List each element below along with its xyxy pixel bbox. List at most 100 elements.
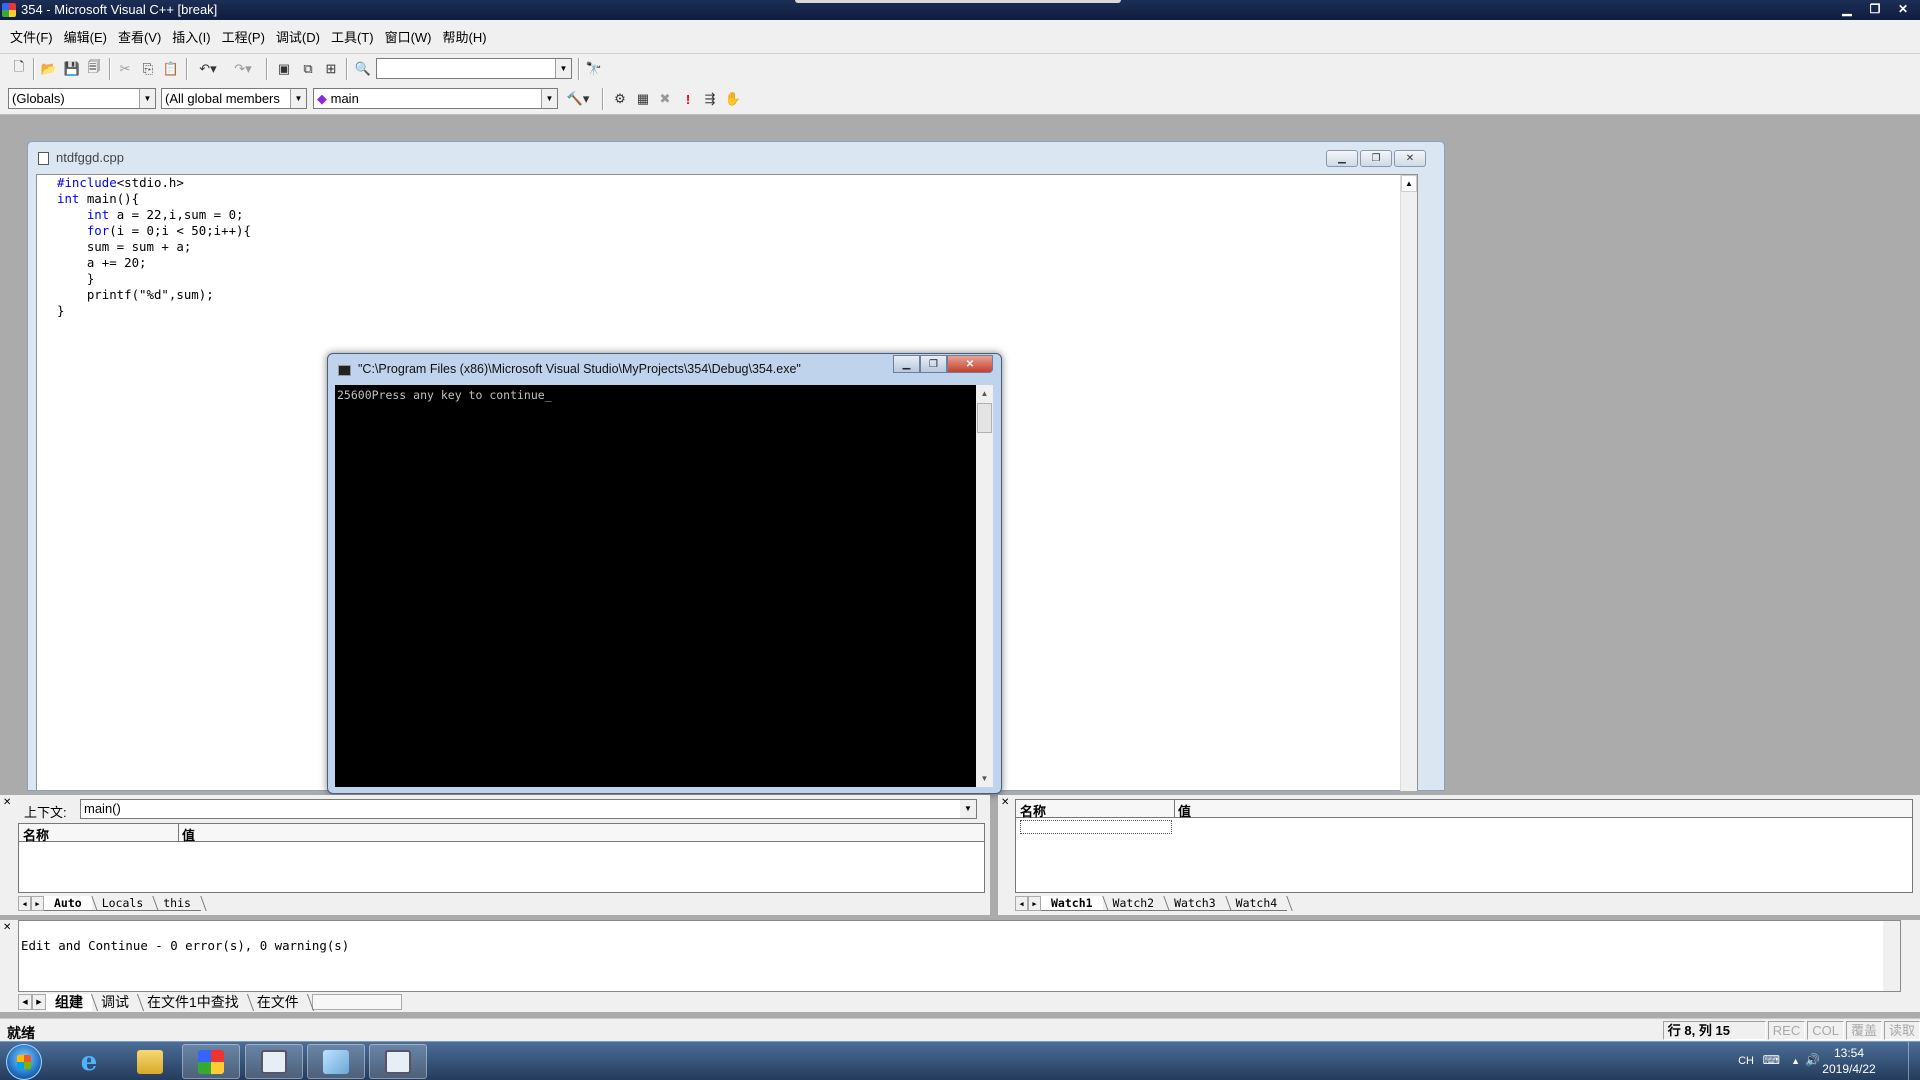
chevron-down-icon[interactable]: ▼ (960, 800, 976, 818)
undo-icon[interactable]: ↶▾ (193, 60, 223, 78)
scope-combo[interactable]: (Globals) ▼ (8, 88, 156, 109)
tab-locals[interactable]: Locals (91, 896, 154, 911)
members-combo[interactable]: (All global members ▼ (161, 88, 307, 109)
scroll-down-icon[interactable]: ▼ (976, 770, 993, 787)
execute-icon[interactable]: ! (679, 90, 697, 108)
code-line[interactable]: sum = sum + a; (57, 239, 251, 255)
find-combo[interactable]: ▼ (376, 58, 572, 79)
tab-scroll-left-icon[interactable]: ◀ (18, 994, 32, 1010)
tab-find-in-files-1[interactable]: 在文件1中查找 (138, 994, 248, 1011)
paste-icon[interactable]: 📋 (162, 60, 180, 78)
keyboard-icon[interactable]: ⌨ (1763, 1053, 1780, 1067)
console-window[interactable]: "C:\Program Files (x86)\Microsoft Visual… (327, 353, 1002, 794)
menu-file[interactable]: 文件(F) (10, 27, 53, 46)
menu-tools[interactable]: 工具(T) (331, 27, 374, 46)
pane-close-icon[interactable]: ✕ (3, 797, 11, 808)
console-minimize-button[interactable]: ▁ (893, 355, 920, 373)
copy-icon[interactable]: ⎘ (139, 60, 157, 78)
editor-vertical-scrollbar[interactable]: ▲ (1400, 175, 1417, 791)
output-window-icon[interactable]: ⧉ (299, 60, 317, 78)
save-all-icon[interactable]: 🗐 (85, 59, 103, 78)
console-maximize-button[interactable]: ❐ (920, 355, 947, 373)
menu-help[interactable]: 帮助(H) (443, 27, 487, 46)
search-binoculars-icon[interactable]: 🔭 (585, 60, 603, 78)
breakpoint-hand-icon[interactable]: ✋ (724, 90, 742, 108)
source-code[interactable]: #include<stdio.h> int main(){ int a = 22,… (57, 175, 251, 319)
open-folder-icon[interactable]: 📂 (40, 60, 58, 78)
pane-close-icon[interactable]: ✕ (3, 922, 11, 933)
tab-scroll-left-icon[interactable]: ◀ (18, 896, 31, 911)
tab-this[interactable]: this (153, 896, 201, 911)
tab-watch3[interactable]: Watch3 (1164, 896, 1226, 911)
cut-icon[interactable]: ✂ (116, 60, 134, 78)
tab-find-in-files-2[interactable]: 在文件 (248, 994, 308, 1011)
column-header-value[interactable]: 值 (182, 825, 195, 844)
clock[interactable]: 13:54 2019/4/22 (1814, 1045, 1884, 1077)
column-header-name[interactable]: 名称 (23, 825, 49, 844)
menu-view[interactable]: 查看(V) (118, 27, 161, 46)
save-icon[interactable]: 💾 (63, 60, 81, 78)
output-vertical-scrollbar[interactable] (1883, 921, 1900, 991)
show-desktop-button[interactable] (1908, 1042, 1920, 1080)
editor-restore-button[interactable]: ❐ (1360, 150, 1392, 167)
console-close-button[interactable]: ✕ (947, 355, 993, 373)
code-line[interactable]: } (57, 303, 251, 319)
column-splitter[interactable] (1174, 800, 1175, 818)
taskbar-explorer-button[interactable] (121, 1044, 179, 1079)
taskbar-ie-button[interactable]: e (60, 1044, 118, 1079)
close-button[interactable]: ✕ (1890, 1, 1916, 17)
taskbar-window-button[interactable] (245, 1044, 303, 1079)
start-button[interactable] (6, 1044, 42, 1080)
menu-window[interactable]: 窗口(W) (385, 27, 432, 46)
minimize-button[interactable]: ▁ (1834, 1, 1860, 17)
scroll-thumb[interactable] (977, 403, 992, 433)
scroll-up-icon[interactable]: ▲ (1401, 175, 1417, 192)
column-splitter[interactable] (178, 824, 179, 842)
context-combo[interactable]: main() ▼ (80, 799, 977, 819)
window-list-icon[interactable]: ⊞ (322, 60, 340, 78)
tray-expand-icon[interactable]: ▲ (1791, 1056, 1800, 1066)
code-line[interactable]: for(i = 0;i < 50;i++){ (57, 223, 251, 239)
code-line[interactable]: int main(){ (57, 191, 251, 207)
find-in-files-icon[interactable]: 🔍 (354, 60, 372, 78)
stop-build-icon[interactable]: ✖ (656, 90, 674, 108)
tab-build[interactable]: 组建 (46, 993, 92, 1011)
tab-watch4[interactable]: Watch4 (1225, 896, 1288, 911)
editor-minimize-button[interactable]: ▁ (1326, 150, 1358, 167)
build-icon[interactable]: ▦ (634, 90, 652, 108)
input-language[interactable]: CH (1738, 1055, 1754, 1067)
menu-project[interactable]: 工程(P) (222, 27, 265, 46)
tab-auto[interactable]: Auto (44, 896, 92, 911)
compile-icon[interactable]: ⚙ (611, 90, 629, 108)
redo-icon[interactable]: ↷▾ (228, 60, 258, 78)
console-screen[interactable]: 25600Press any key to continue_ (335, 385, 976, 787)
watch-grid[interactable]: 名称 值 (1015, 799, 1913, 893)
go-icon[interactable]: ⇶ (701, 90, 719, 108)
chevron-down-icon[interactable]: ▼ (555, 59, 571, 78)
taskbar-notepad-button[interactable] (307, 1044, 365, 1079)
menu-insert[interactable]: 插入(I) (172, 27, 210, 46)
taskbar-console-button[interactable] (369, 1044, 427, 1079)
column-header-name[interactable]: 名称 (1020, 801, 1046, 820)
chevron-down-icon[interactable]: ▼ (139, 89, 155, 108)
menu-debug[interactable]: 调试(D) (276, 27, 320, 46)
workspace-icon[interactable]: ▣ (275, 60, 293, 78)
watch-entry-field[interactable] (1020, 820, 1172, 834)
editor-close-button[interactable]: ✕ (1394, 150, 1426, 167)
output-text-area[interactable]: Edit and Continue - 0 error(s), 0 warnin… (18, 920, 1901, 992)
wizard-action-icon[interactable]: 🔨▾ (561, 90, 595, 108)
code-line[interactable]: printf("%d",sum); (57, 287, 251, 303)
pane-close-icon[interactable]: ✕ (1001, 797, 1009, 808)
new-file-icon[interactable]: 🗋 (10, 59, 28, 78)
tab-scroll-right-icon[interactable]: ▶ (1028, 896, 1041, 911)
tab-debug[interactable]: 调试 (92, 994, 138, 1011)
chevron-down-icon[interactable]: ▼ (541, 89, 557, 108)
chevron-down-icon[interactable]: ▼ (290, 89, 306, 108)
column-header-value[interactable]: 值 (1178, 801, 1191, 820)
menu-edit[interactable]: 编辑(E) (64, 27, 107, 46)
tab-scroll-right-icon[interactable]: ▶ (31, 896, 44, 911)
restore-button[interactable]: ❐ (1862, 1, 1888, 17)
taskbar-visual-cpp-button[interactable] (182, 1044, 240, 1079)
code-line[interactable]: #include<stdio.h> (57, 175, 251, 191)
tab-watch1[interactable]: Watch1 (1041, 896, 1103, 911)
